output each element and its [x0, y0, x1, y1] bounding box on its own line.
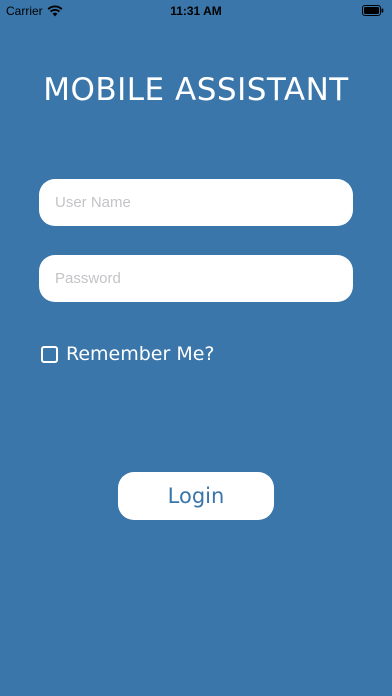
battery-icon [362, 5, 384, 16]
remember-me-checkbox[interactable] [41, 345, 58, 363]
app-title: MOBILE ASSISTANT [43, 72, 349, 108]
status-bar: Carrier 11:31 AM [0, 0, 392, 20]
remember-me-label: Remember Me? [66, 343, 215, 365]
status-time: 11:31 AM [170, 4, 222, 18]
password-input[interactable] [39, 255, 353, 302]
remember-me-toggle[interactable]: Remember Me? [41, 343, 215, 365]
login-button[interactable]: Login [118, 472, 274, 520]
username-input[interactable] [39, 179, 353, 226]
